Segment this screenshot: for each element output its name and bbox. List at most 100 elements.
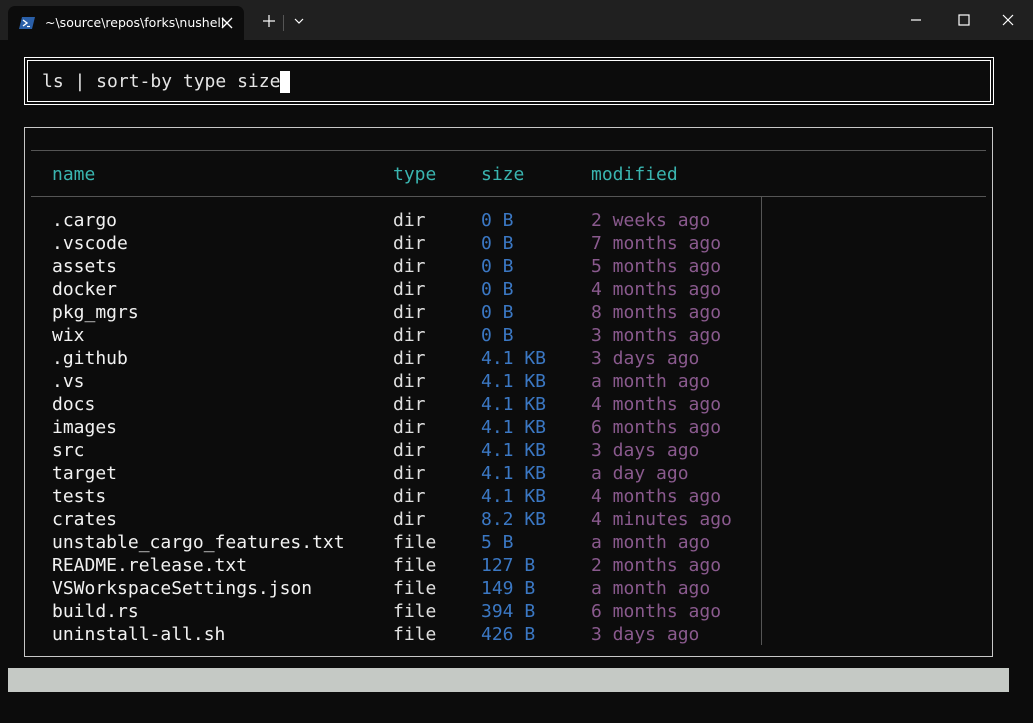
cell-size: 8.2 KB <box>481 509 547 530</box>
cell-modified: a month ago <box>591 371 711 392</box>
cell-size: 149 B <box>481 578 536 599</box>
cell-type: dir <box>393 302 426 323</box>
table-row: pkg_mgrs dir 0 B 8 months ago <box>25 301 985 324</box>
cell-modified: 6 months ago <box>591 601 722 622</box>
cell-type: dir <box>393 233 426 254</box>
cell-size: 0 B <box>481 256 514 277</box>
table-row: target dir 4.1 KB a day ago <box>25 462 985 485</box>
table-row: images dir 4.1 KB 6 months ago <box>25 416 985 439</box>
new-tab-icon[interactable] <box>259 11 279 31</box>
cell-size: 0 B <box>481 302 514 323</box>
cell-type: dir <box>393 394 426 415</box>
tab-title: ~\source\repos\forks\nushell <box>45 15 225 30</box>
text-cursor <box>280 71 291 93</box>
cell-name: docker <box>52 279 118 300</box>
cell-size: 4.1 KB <box>481 463 547 484</box>
cell-name: .vs <box>52 371 85 392</box>
cell-name: crates <box>52 509 118 530</box>
cell-modified: 4 months ago <box>591 394 722 415</box>
cell-type: file <box>393 532 437 553</box>
titlebar-separator <box>283 15 284 31</box>
cell-type: dir <box>393 210 426 231</box>
cell-size: 0 B <box>481 233 514 254</box>
header-name: name <box>52 164 96 185</box>
cell-type: dir <box>393 256 426 277</box>
table-row: wix dir 0 B 3 months ago <box>25 324 985 347</box>
close-tab-icon[interactable] <box>218 14 236 32</box>
command-input[interactable]: ls | sort-by type size <box>24 57 994 105</box>
cell-name: README.release.txt <box>52 555 248 576</box>
header-modified: modified <box>591 164 678 185</box>
command-text: ls | sort-by type size <box>42 71 281 92</box>
cell-name: pkg_mgrs <box>52 302 139 323</box>
cell-modified: 2 weeks ago <box>591 210 711 231</box>
cell-modified: 5 months ago <box>591 256 722 277</box>
cell-size: 0 B <box>481 279 514 300</box>
cell-name: tests <box>52 486 107 507</box>
cell-size: 4.1 KB <box>481 394 547 415</box>
cell-type: dir <box>393 348 426 369</box>
cell-type: dir <box>393 279 426 300</box>
table-row: src dir 4.1 KB 3 days ago <box>25 439 985 462</box>
cell-name: src <box>52 440 85 461</box>
cell-name: docs <box>52 394 96 415</box>
cell-modified: 3 days ago <box>591 624 700 645</box>
header-size: size <box>481 164 525 185</box>
cell-name: .github <box>52 348 128 369</box>
cell-name: unstable_cargo_features.txt <box>52 532 345 553</box>
cell-type: dir <box>393 486 426 507</box>
cell-modified: a month ago <box>591 532 711 553</box>
cell-modified: 4 minutes ago <box>591 509 732 530</box>
cell-size: 0 B <box>481 325 514 346</box>
cell-name: target <box>52 463 118 484</box>
cell-name: images <box>52 417 118 438</box>
close-window-icon[interactable] <box>998 10 1018 30</box>
cell-name: uninstall-all.sh <box>52 624 226 645</box>
table-row: docs dir 4.1 KB 4 months ago <box>25 393 985 416</box>
cell-modified: 4 months ago <box>591 486 722 507</box>
maximize-icon[interactable] <box>954 10 974 30</box>
table-row: .github dir 4.1 KB 3 days ago <box>25 347 985 370</box>
cell-size: 426 B <box>481 624 536 645</box>
cell-name: assets <box>52 256 118 277</box>
cell-type: dir <box>393 463 426 484</box>
command-line: ls | sort-by type size <box>42 71 291 93</box>
table-row: docker dir 0 B 4 months ago <box>25 278 985 301</box>
tab-nushell[interactable]: ~\source\repos\forks\nushell <box>8 6 244 40</box>
cell-name: .vscode <box>52 233 128 254</box>
table-row: build.rs file 394 B 6 months ago <box>25 600 985 623</box>
chevron-down-icon[interactable] <box>289 11 309 31</box>
cell-type: dir <box>393 509 426 530</box>
table-row: crates dir 8.2 KB 4 minutes ago <box>25 508 985 531</box>
cell-size: 4.1 KB <box>481 371 547 392</box>
results-table: name type size modified .cargo dir 0 B 2 we… <box>24 127 993 657</box>
cell-size: 5 B <box>481 532 514 553</box>
cell-modified: 6 months ago <box>591 417 722 438</box>
cell-modified: 3 days ago <box>591 348 700 369</box>
status-bar <box>8 668 1009 692</box>
cell-name: VSWorkspaceSettings.json <box>52 578 313 599</box>
table-row: README.release.txt file 127 B 2 months ago <box>25 554 985 577</box>
cell-size: 4.1 KB <box>481 417 547 438</box>
cell-type: dir <box>393 371 426 392</box>
cell-name: .cargo <box>52 210 118 231</box>
header-rule <box>31 196 986 197</box>
cell-name: build.rs <box>52 601 139 622</box>
cell-size: 394 B <box>481 601 536 622</box>
cell-type: dir <box>393 417 426 438</box>
minimize-icon[interactable] <box>906 10 926 30</box>
powershell-icon <box>19 17 35 29</box>
cell-modified: a month ago <box>591 578 711 599</box>
cell-size: 4.1 KB <box>481 440 547 461</box>
table-row: .vscode dir 0 B 7 months ago <box>25 232 985 255</box>
cell-modified: 3 months ago <box>591 325 722 346</box>
table-row: VSWorkspaceSettings.json file 149 B a month… <box>25 577 985 600</box>
cell-size: 0 B <box>481 210 514 231</box>
table-top-rule <box>31 150 986 151</box>
terminal-window: ~\source\repos\forks\nushell ls | sort-b… <box>0 0 1033 723</box>
cell-type: file <box>393 624 437 645</box>
cell-modified: 8 months ago <box>591 302 722 323</box>
cell-type: file <box>393 578 437 599</box>
table-row: assets dir 0 B 5 months ago <box>25 255 985 278</box>
header-type: type <box>393 164 437 185</box>
